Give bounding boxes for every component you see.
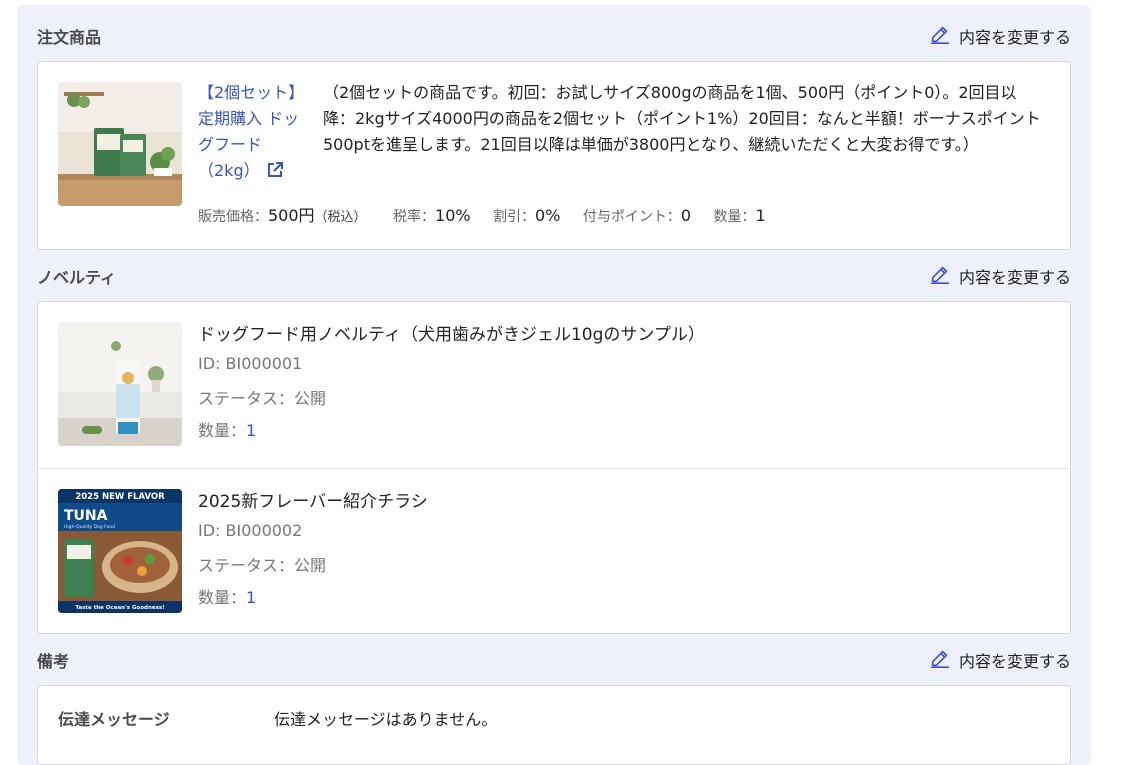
quantity-value: 1 bbox=[246, 588, 257, 607]
quantity-value: 1 bbox=[246, 421, 257, 440]
novelty-quantity: 数量：1 bbox=[198, 584, 256, 608]
flyer-brand: TUNA bbox=[64, 508, 108, 524]
remarks-edit-label: 内容を変更する bbox=[958, 652, 1071, 671]
novelty-status: ステータス：公開 bbox=[198, 556, 327, 575]
product-name-link[interactable]: 【2個セット】定期購入 ドッグフード（2kg） bbox=[198, 80, 310, 184]
novelty-status: ステータス：公開 bbox=[198, 389, 327, 408]
remarks-card: 伝達メッセージ 伝達メッセージはありません。 bbox=[37, 685, 1071, 765]
product-image bbox=[58, 82, 182, 206]
price-label: 販売価格： bbox=[198, 209, 268, 225]
novelty-item: 2025 NEW FLAVOR TUNA High-Quality Dog Fo… bbox=[38, 468, 1070, 634]
quantity-label: 数量： bbox=[198, 421, 247, 440]
flyer-banner: 2025 NEW FLAVOR bbox=[75, 492, 165, 502]
quantity-value: 1 bbox=[755, 206, 766, 225]
novelty-id: ID: BI000001 bbox=[198, 354, 303, 373]
novelty-item: ドッグフード用ノベルティ（犬用歯みがきジェル10gのサンプル） ID: BI00… bbox=[38, 302, 1070, 468]
flyer-tagline: High-Quality Dog Food bbox=[64, 524, 115, 530]
novelty-edit-button[interactable]: 内容を変更する bbox=[929, 263, 1071, 289]
points-value: 0 bbox=[680, 206, 692, 225]
price-value: 500円 bbox=[268, 206, 315, 225]
flyer-image: 2025 NEW FLAVOR TUNA High-Quality Dog Fo… bbox=[58, 489, 182, 613]
order-edit-label: 内容を変更する bbox=[958, 28, 1071, 47]
product-description: （2個セットの商品です。初回：お試しサイズ800gの商品を1個、500円（ポイン… bbox=[323, 83, 1041, 154]
points-label: 付与ポイント： bbox=[582, 209, 681, 225]
novelty-id: ID: BI000002 bbox=[198, 521, 303, 540]
discount-label: 割引： bbox=[493, 209, 536, 225]
external-link-icon bbox=[266, 161, 284, 179]
order-product-card: 【2個セット】定期購入 ドッグフード（2kg） （2個セットの商品です。初回：お… bbox=[37, 61, 1071, 250]
remarks-section-title: 備考 bbox=[37, 652, 70, 671]
flyer-footer: Taste the Ocean's Goodness! bbox=[75, 605, 164, 611]
quantity-label: 数量： bbox=[713, 209, 756, 225]
message-label: 伝達メッセージ bbox=[58, 710, 170, 729]
remarks-edit-button[interactable]: 内容を変更する bbox=[929, 647, 1071, 673]
quantity-label: 数量： bbox=[198, 588, 247, 607]
price-tax-note: （税込） bbox=[314, 210, 367, 225]
order-section-title: 注文商品 bbox=[37, 28, 102, 47]
order-detail-panel: 注文商品 内容を変更する 【2個セット】定期購入 ドッグフード（2kg） （2個… bbox=[17, 5, 1091, 765]
tax-rate-label: 税率： bbox=[393, 209, 436, 225]
novelty-card: ドッグフード用ノベルティ（犬用歯みがきジェル10gのサンプル） ID: BI00… bbox=[37, 301, 1071, 634]
order-edit-button[interactable]: 内容を変更する bbox=[929, 23, 1071, 49]
novelty-section-header: ノベルティ 内容を変更する bbox=[37, 264, 1071, 288]
pencil-icon bbox=[929, 23, 959, 49]
tax-rate-value: 10% bbox=[435, 206, 471, 225]
novelty-edit-label: 内容を変更する bbox=[958, 268, 1071, 287]
novelty-name: 2025新フレーバー紹介チラシ bbox=[198, 492, 428, 512]
remarks-section-header: 備考 内容を変更する bbox=[37, 648, 1071, 672]
novelty-section-title: ノベルティ bbox=[37, 268, 117, 287]
order-section-header: 注文商品 内容を変更する bbox=[37, 24, 1071, 48]
discount-value: 0% bbox=[535, 206, 561, 225]
pencil-icon bbox=[929, 647, 959, 673]
novelty-name: ドッグフード用ノベルティ（犬用歯みがきジェル10gのサンプル） bbox=[198, 325, 705, 345]
product-name: 【2個セット】定期購入 ドッグフード（2kg） bbox=[198, 83, 305, 180]
product-meta-row: 販売価格：500円（税込） 税率：10% 割引：0% 付与ポイント：0 数量：1 bbox=[198, 202, 784, 226]
novelty-quantity: 数量：1 bbox=[198, 417, 256, 441]
pencil-icon bbox=[929, 263, 959, 289]
novelty-image bbox=[58, 322, 182, 446]
message-value: 伝達メッセージはありません。 bbox=[274, 710, 498, 729]
